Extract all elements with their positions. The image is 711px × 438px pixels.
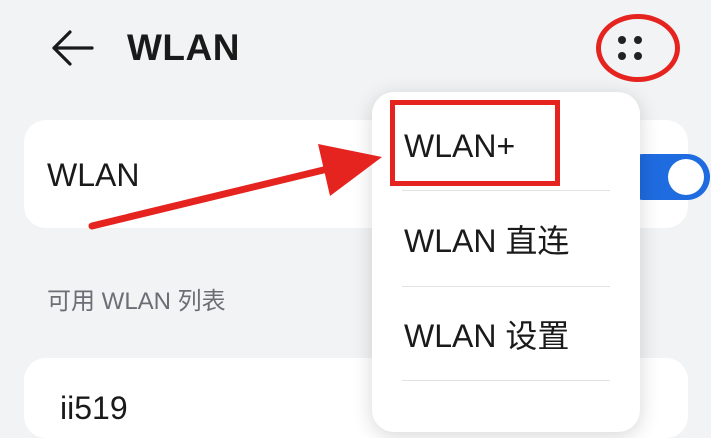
annotation-arrow-icon <box>88 144 382 230</box>
